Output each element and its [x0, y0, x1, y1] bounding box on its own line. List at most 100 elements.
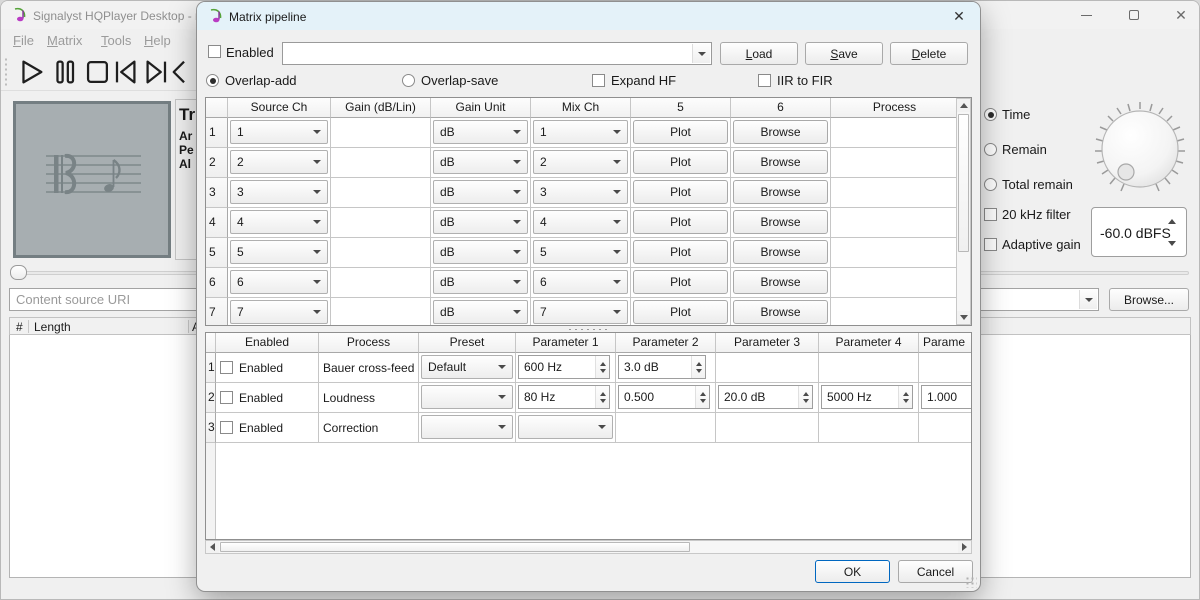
- menu-help[interactable]: Help: [140, 32, 175, 50]
- gain-unit-select[interactable]: dB: [433, 240, 528, 264]
- pipeline-hscrollbar[interactable]: [205, 540, 972, 554]
- col-header-6[interactable]: 6: [731, 98, 831, 118]
- radio-overlap-save[interactable]: [402, 74, 415, 87]
- preset-select[interactable]: [421, 385, 513, 409]
- mix-ch-select[interactable]: 5: [533, 240, 628, 264]
- param1-spinner[interactable]: 600 Hz: [518, 355, 610, 379]
- mix-ch-select[interactable]: 3: [533, 180, 628, 204]
- param4-spinner[interactable]: 5000 Hz: [821, 385, 913, 409]
- row-number[interactable]: 4: [206, 208, 228, 238]
- stage-enabled-checkbox[interactable]: [220, 421, 233, 434]
- gain-unit-select[interactable]: dB: [433, 150, 528, 174]
- col-header-mix-ch[interactable]: Mix Ch: [531, 98, 631, 118]
- row-number[interactable]: 2: [206, 148, 228, 178]
- row-number[interactable]: 1: [206, 118, 228, 148]
- row-number[interactable]: 7: [206, 298, 228, 326]
- preset-select[interactable]: Default: [421, 355, 513, 379]
- plot-button[interactable]: Plot: [633, 240, 728, 264]
- spin-arrows[interactable]: [695, 386, 709, 408]
- radio-remain[interactable]: [984, 143, 997, 156]
- scroll-left-button[interactable]: [206, 541, 219, 553]
- browse-button[interactable]: Browse: [733, 180, 828, 204]
- gain-cell[interactable]: [331, 178, 431, 208]
- preset-select[interactable]: [421, 415, 513, 439]
- param4-cell[interactable]: [819, 353, 919, 383]
- gain-cell[interactable]: [331, 268, 431, 298]
- gain-unit-select[interactable]: dB: [433, 210, 528, 234]
- mix-ch-select[interactable]: 4: [533, 210, 628, 234]
- mix-ch-select[interactable]: 1: [533, 120, 628, 144]
- gain-cell[interactable]: [331, 298, 431, 326]
- playlist-col-number[interactable]: #: [16, 320, 23, 334]
- param5-spinner[interactable]: 1.000: [921, 385, 972, 409]
- plot-button[interactable]: Plot: [633, 210, 728, 234]
- browse-button[interactable]: Browse: [733, 270, 828, 294]
- col-header-param2[interactable]: Parameter 2: [616, 333, 716, 353]
- process-cell[interactable]: [831, 238, 958, 268]
- spin-arrows[interactable]: [595, 386, 609, 408]
- pause-button[interactable]: [49, 55, 81, 89]
- maximize-button[interactable]: [1111, 1, 1157, 29]
- col-header-gain[interactable]: Gain (dB/Lin): [331, 98, 431, 118]
- minimize-button[interactable]: [1063, 1, 1109, 29]
- scroll-up-button[interactable]: [957, 99, 970, 112]
- pipeline-name-combobox[interactable]: [282, 42, 712, 65]
- close-button[interactable]: ✕: [1158, 1, 1200, 29]
- column-divider[interactable]: [28, 320, 29, 333]
- col-header[interactable]: [206, 98, 228, 118]
- browse-button[interactable]: Browse: [733, 120, 828, 144]
- col-header-gain-unit[interactable]: Gain Unit: [431, 98, 531, 118]
- cancel-button[interactable]: Cancel: [898, 560, 973, 583]
- matrix-vscrollbar[interactable]: [956, 98, 971, 325]
- process-cell[interactable]: Correction: [319, 413, 419, 443]
- checkbox-iir-to-fir[interactable]: [758, 74, 771, 87]
- col-header-process[interactable]: Process: [319, 333, 419, 353]
- pipeline-name-dropdown-button[interactable]: [692, 44, 710, 63]
- process-cell[interactable]: [831, 118, 958, 148]
- pipeline-enabled-checkbox[interactable]: [208, 45, 221, 58]
- browse-button[interactable]: Browse: [733, 240, 828, 264]
- seek-slider-thumb[interactable]: [10, 265, 27, 280]
- param2-cell[interactable]: [616, 413, 716, 443]
- col-header-param4[interactable]: Parameter 4: [819, 333, 919, 353]
- col-header-preset[interactable]: Preset: [419, 333, 516, 353]
- radio-overlap-add[interactable]: [206, 74, 219, 87]
- scroll-down-button[interactable]: [957, 311, 970, 324]
- previous-button[interactable]: [109, 55, 141, 89]
- spin-arrows[interactable]: [798, 386, 812, 408]
- source-ch-select[interactable]: 5: [230, 240, 328, 264]
- menu-tools[interactable]: Tools: [97, 32, 135, 50]
- dialog-resize-grip[interactable]: [965, 576, 977, 588]
- source-ch-select[interactable]: 1: [230, 120, 328, 144]
- browse-uri-button[interactable]: Browse...: [1109, 288, 1189, 311]
- mix-ch-select[interactable]: 2: [533, 150, 628, 174]
- process-cell[interactable]: [831, 298, 958, 326]
- col-header-5[interactable]: 5: [631, 98, 731, 118]
- param2-spinner[interactable]: 0.500: [618, 385, 710, 409]
- col-header-process[interactable]: Process: [831, 98, 958, 118]
- col-header-enabled[interactable]: Enabled: [216, 333, 319, 353]
- param5-cell[interactable]: [919, 413, 972, 443]
- row-number[interactable]: 3: [206, 178, 228, 208]
- row-number[interactable]: 6: [206, 268, 228, 298]
- gain-cell[interactable]: [331, 148, 431, 178]
- ok-button[interactable]: OK: [815, 560, 890, 583]
- browse-button[interactable]: Browse: [733, 210, 828, 234]
- param1-spinner[interactable]: 80 Hz: [518, 385, 610, 409]
- gain-unit-select[interactable]: dB: [433, 300, 528, 324]
- volume-up-button[interactable]: [1168, 219, 1176, 224]
- param2-spinner[interactable]: 3.0 dB: [618, 355, 706, 379]
- process-cell[interactable]: Bauer cross-feed: [319, 353, 419, 383]
- row-number[interactable]: 2: [206, 383, 216, 413]
- splitter-handle[interactable]: [567, 328, 607, 331]
- gain-unit-select[interactable]: dB: [433, 270, 528, 294]
- gain-unit-select[interactable]: dB: [433, 180, 528, 204]
- param3-spinner[interactable]: 20.0 dB: [718, 385, 813, 409]
- source-ch-select[interactable]: 7: [230, 300, 328, 324]
- checkbox-expand-hf[interactable]: [592, 74, 605, 87]
- param5-cell[interactable]: [919, 353, 972, 383]
- source-ch-select[interactable]: 4: [230, 210, 328, 234]
- param3-cell[interactable]: [716, 353, 819, 383]
- stage-enabled-checkbox[interactable]: [220, 391, 233, 404]
- spin-arrows[interactable]: [898, 386, 912, 408]
